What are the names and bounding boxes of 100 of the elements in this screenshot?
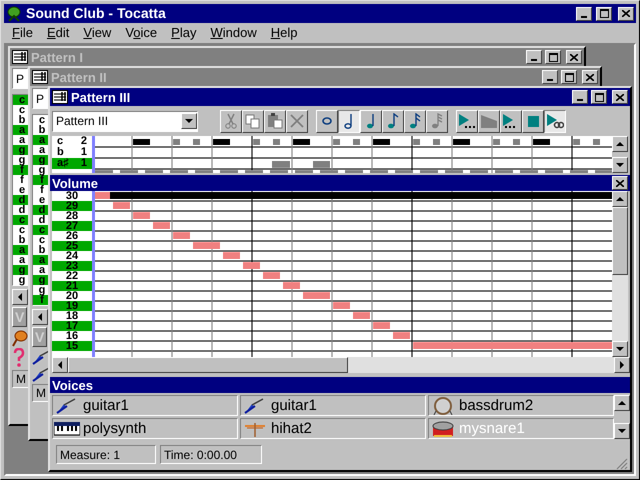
up-arrow-icon [616,141,624,147]
instrument-slot[interactable]: bassdrum2 [428,395,614,416]
scroll-left-button[interactable] [12,289,28,305]
copy-icon [245,114,261,128]
maximize-button[interactable] [561,70,577,84]
down-arrow-icon [616,346,624,352]
tool-button[interactable] [338,110,360,132]
close-icon [616,94,624,100]
voice-name: polysynth [83,421,146,436]
voice-name: hihat2 [271,421,312,436]
scroll-up-button[interactable] [614,395,630,411]
volume-level-label: 25 [52,241,92,251]
note-name: a♯ [57,158,69,169]
hihat-icon [243,420,267,436]
maximize-icon [548,52,558,62]
eighth-note-icon [387,113,399,129]
minimize-icon [581,16,587,18]
close-button[interactable] [618,6,634,20]
scroll-thumb[interactable] [68,357,348,373]
sixteenth-note-icon [409,113,421,129]
menu-item[interactable]: Voice [125,23,158,43]
up-arrow-icon [618,400,626,406]
menu-item[interactable]: Edit [46,23,70,43]
close-button[interactable] [612,90,628,104]
maximize-icon [564,72,574,82]
half-note-icon [344,113,354,129]
maximize-icon [594,92,604,102]
close-button[interactable] [612,176,628,190]
scroll-left-button[interactable] [52,357,68,373]
close-icon [570,54,578,60]
scroll-down-button[interactable] [612,157,628,173]
menu-item[interactable]: File [12,23,33,43]
instrument-slot[interactable]: guitar1 [240,395,426,416]
minimize-icon [531,59,537,61]
maximize-button[interactable] [591,90,607,104]
left-arrow-icon [17,293,23,301]
pattern-select-value: Pattern III [56,113,108,130]
resize-grip-icon [616,458,628,470]
octave-number: 1 [80,158,87,169]
maximize-button[interactable] [596,6,612,20]
pattern-select[interactable]: Pattern III [52,110,198,132]
left-arrow-icon [57,361,63,369]
pattern-select[interactable]: P [32,88,48,109]
voice-name: guitar1 [271,398,317,413]
volume-level-label: 15 [52,341,92,351]
window-title: Pattern III [71,90,132,104]
menu-item[interactable]: Window [210,23,257,43]
music-sheet-icon [32,70,48,84]
close-button[interactable] [566,50,582,64]
minimize-button[interactable] [542,70,558,84]
maximize-icon [600,9,608,18]
voice-name: bassdrum2 [459,398,534,413]
minimize-button[interactable] [526,50,542,64]
vertical-scrollbar[interactable] [612,191,628,357]
keyboard-icon [54,422,80,436]
scroll-up-button[interactable] [612,136,628,152]
music-sheet-icon [12,50,28,64]
menu-item[interactable]: View [83,23,112,43]
close-button[interactable] [582,70,598,84]
horizontal-scrollbar[interactable] [52,357,630,373]
scroll-down-button[interactable] [612,341,628,357]
left-arrow-icon [37,313,43,321]
shaker-icon [12,329,28,347]
minimize-button[interactable] [572,90,588,104]
down-arrow-icon [185,118,193,124]
maximize-button[interactable] [545,50,561,64]
panel-title: Voices [52,378,93,392]
menu-item[interactable]: Play [171,23,196,43]
down-arrow-icon [618,428,626,434]
scroll-left-button[interactable] [32,309,48,325]
volume-level-label: 27 [52,221,92,231]
scroll-down-button[interactable] [181,113,197,129]
scissors-icon [224,113,238,129]
note-name: c [57,136,64,147]
instrument-slot[interactable]: hihat2 [240,418,426,439]
whole-note-icon [322,117,332,125]
guitar-icon [56,398,78,414]
scroll-up-button[interactable] [612,191,628,207]
instrument-slot[interactable]: polysynth [52,418,238,439]
tool-button[interactable] [544,110,566,132]
scroll-down-button[interactable] [614,423,630,439]
snare-drum-icon [431,420,455,438]
app-title: Sound Club - Tocatta [26,4,167,23]
volume-level-label: 23 [52,261,92,271]
note-name: b [57,147,64,158]
instrument-slot[interactable]: guitar1 [52,395,238,416]
minimize-icon [547,79,553,81]
up-arrow-icon [616,196,624,202]
volume-level-label: 21 [52,281,92,291]
volume-level-label: 19 [52,301,92,311]
scroll-thumb[interactable] [612,207,628,275]
scroll-right-button[interactable] [614,357,630,373]
menu-item[interactable]: Help [270,23,298,43]
guitar-icon [244,398,266,414]
minimize-button[interactable] [576,6,592,20]
voice-name: guitar1 [83,398,129,413]
clipboard-icon [267,113,283,129]
bass-drum-icon [432,396,454,414]
pattern-select[interactable]: P [12,68,28,89]
ramp-icon [480,113,498,129]
